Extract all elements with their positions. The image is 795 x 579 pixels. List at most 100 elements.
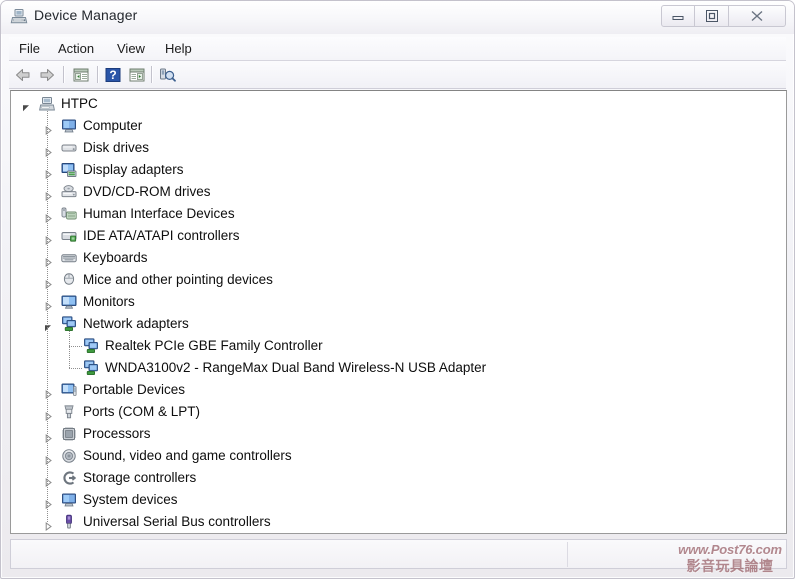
tree-item[interactable]: Computer	[11, 115, 786, 137]
tree-item-label: Sound, video and game controllers	[83, 448, 292, 463]
maximize-button[interactable]	[695, 5, 729, 27]
forward-button[interactable]	[37, 65, 57, 85]
tree-item[interactable]: DVD/CD-ROM drives	[11, 181, 786, 203]
close-button[interactable]	[729, 5, 786, 27]
back-button[interactable]	[13, 65, 33, 85]
expand-triangle-icon[interactable]	[44, 518, 53, 531]
network-adapter-icon	[61, 316, 77, 332]
title-bar: Device Manager	[1, 1, 794, 34]
tree-item[interactable]: HTPC	[11, 93, 786, 115]
ide-controller-icon	[61, 228, 77, 244]
tree-item[interactable]: IDE ATA/ATAPI controllers	[11, 225, 786, 247]
tree-item[interactable]: Universal Serial Bus controllers	[11, 511, 786, 533]
scan-hardware-icon	[160, 68, 176, 82]
menu-item-view[interactable]: View	[111, 40, 151, 57]
menu-item-action[interactable]: Action	[52, 40, 100, 57]
tree-item[interactable]: Realtek PCIe GBE Family Controller	[11, 335, 786, 357]
tree-connector-line	[69, 368, 83, 369]
menu-bar: File Action View Help	[9, 37, 786, 61]
expand-triangle-icon[interactable]	[44, 474, 53, 487]
dvd-drive-icon	[61, 184, 77, 200]
show-hide-tree-button[interactable]	[71, 65, 91, 85]
expand-triangle-icon[interactable]	[44, 276, 53, 289]
toolbar-separator	[151, 66, 152, 83]
tree-item-label: Storage controllers	[83, 470, 197, 485]
menu-item-help[interactable]: Help	[159, 40, 198, 57]
monitor-icon	[61, 294, 77, 310]
tree-item-label: Mice and other pointing devices	[83, 272, 273, 287]
tree-item-label: DVD/CD-ROM drives	[83, 184, 211, 199]
tree-item[interactable]: Display adapters	[11, 159, 786, 181]
tree-item[interactable]: Keyboards	[11, 247, 786, 269]
tree-item-label: Portable Devices	[83, 382, 186, 397]
expand-triangle-icon[interactable]	[44, 452, 53, 465]
system-device-icon	[61, 492, 77, 508]
tree-item-label: System devices	[83, 492, 178, 507]
device-manager-window: Device Manager File Action View Help ? H…	[0, 0, 795, 579]
toolbar: ?	[9, 61, 786, 89]
tree-item[interactable]: Portable Devices	[11, 379, 786, 401]
minimize-button[interactable]	[661, 5, 695, 27]
tree-item[interactable]: System devices	[11, 489, 786, 511]
status-bar-divider	[567, 542, 568, 567]
expand-triangle-icon[interactable]	[44, 232, 53, 245]
tree-item[interactable]: Storage controllers	[11, 467, 786, 489]
tree-item[interactable]: WNDA3100v2 - RangeMax Dual Band Wireless…	[11, 357, 786, 379]
hid-icon	[61, 206, 77, 222]
console-tree-icon	[73, 68, 89, 82]
expand-triangle-icon[interactable]	[44, 408, 53, 421]
disk-drive-icon	[61, 140, 77, 156]
expand-triangle-icon[interactable]	[44, 496, 53, 509]
device-tree-panel[interactable]: HTPC Computer Disk drives Display adapters D…	[10, 90, 787, 534]
collapse-triangle-icon[interactable]	[22, 100, 31, 112]
network-adapter-icon	[83, 360, 99, 376]
network-adapter-icon	[83, 338, 99, 354]
tree-item[interactable]: Human Interface Devices	[11, 203, 786, 225]
tree-item-label: Universal Serial Bus controllers	[83, 514, 271, 529]
tree-item[interactable]: Mice and other pointing devices	[11, 269, 786, 291]
toolbar-separator	[63, 66, 64, 83]
expand-triangle-icon[interactable]	[44, 144, 53, 157]
tree-item[interactable]: Sound, video and game controllers	[11, 445, 786, 467]
display-adapter-icon	[61, 162, 77, 178]
tree-item[interactable]: Monitors	[11, 291, 786, 313]
tree-connector-line	[47, 111, 48, 522]
processor-icon	[61, 426, 77, 442]
menu-item-file[interactable]: File	[13, 40, 46, 57]
expand-triangle-icon[interactable]	[44, 254, 53, 267]
tree-item-label: WNDA3100v2 - RangeMax Dual Band Wireless…	[105, 360, 487, 375]
tree-item[interactable]: Network adapters	[11, 313, 786, 335]
collapse-triangle-icon[interactable]	[44, 320, 53, 332]
restore-icon	[705, 10, 718, 22]
tree-item-label: Network adapters	[83, 316, 189, 331]
tree-item[interactable]: Disk drives	[11, 137, 786, 159]
back-arrow-icon	[16, 69, 30, 81]
portable-device-icon	[61, 382, 77, 398]
computer-root-icon	[39, 96, 55, 112]
tree-item-label: Human Interface Devices	[83, 206, 235, 221]
expand-triangle-icon[interactable]	[44, 386, 53, 399]
tree-item[interactable]: Processors	[11, 423, 786, 445]
tree-connector-line	[69, 331, 70, 368]
port-icon	[61, 404, 77, 420]
tree-item-label: Monitors	[83, 294, 135, 309]
expand-triangle-icon[interactable]	[44, 166, 53, 179]
device-manager-icon	[10, 8, 28, 26]
expand-triangle-icon[interactable]	[44, 188, 53, 201]
properties-button[interactable]	[127, 65, 147, 85]
expand-triangle-icon[interactable]	[44, 122, 53, 135]
expand-triangle-icon[interactable]	[44, 210, 53, 223]
help-button[interactable]: ?	[103, 65, 123, 85]
scan-hardware-button[interactable]	[157, 65, 177, 85]
toolbar-separator	[97, 66, 98, 83]
status-bar	[10, 539, 787, 569]
expand-triangle-icon[interactable]	[44, 430, 53, 443]
tree-item-label: Keyboards	[83, 250, 148, 265]
tree-connector-line	[69, 346, 83, 347]
sound-controller-icon	[61, 448, 77, 464]
expand-triangle-icon[interactable]	[44, 298, 53, 311]
usb-controller-icon	[61, 514, 77, 530]
keyboard-icon	[61, 250, 77, 266]
tree-item[interactable]: Ports (COM & LPT)	[11, 401, 786, 423]
device-tree: HTPC Computer Disk drives Display adapters D…	[11, 91, 786, 533]
